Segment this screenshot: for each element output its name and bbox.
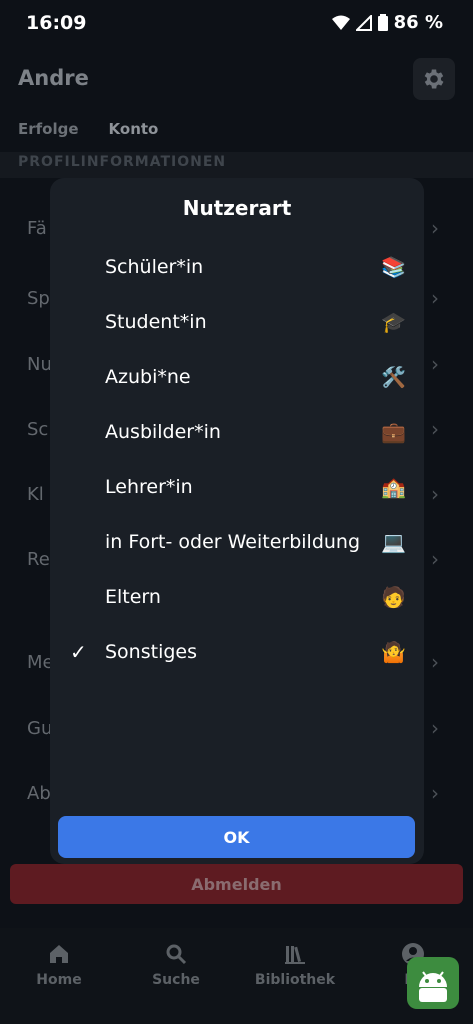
person-icon: 🧑	[381, 585, 406, 609]
nav-search[interactable]: Suche	[131, 942, 221, 988]
settings-row-label: Sc	[27, 419, 49, 440]
option-label: Lehrer*in	[105, 476, 193, 498]
tab-erfolge[interactable]: Erfolge	[18, 120, 79, 138]
nav-search-label: Suche	[152, 972, 200, 988]
gear-icon	[424, 69, 444, 89]
chevron-right-icon: ›	[431, 547, 439, 571]
graduation-cap-icon: 🎓	[381, 310, 406, 334]
settings-row-label: Kl	[27, 484, 44, 505]
chevron-right-icon: ›	[431, 417, 439, 441]
option-lehrer[interactable]: Lehrer*in 🏫	[50, 461, 424, 516]
battery-icon	[377, 14, 388, 31]
wifi-icon	[331, 15, 350, 30]
logout-label: Abmelden	[191, 874, 282, 894]
settings-row-label: Sp	[27, 288, 50, 309]
option-label: Ausbilder*in	[105, 421, 221, 443]
status-time: 16:09	[26, 12, 87, 34]
nav-home[interactable]: Home	[14, 942, 104, 988]
option-ausbilder[interactable]: Ausbilder*in 💼	[50, 406, 424, 461]
option-weiterbildung[interactable]: in Fort- oder Weiterbildung 💻	[50, 516, 424, 571]
android-icon	[419, 971, 447, 1002]
option-label: Eltern	[105, 586, 161, 608]
tab-bar: Erfolge Konto	[18, 120, 158, 138]
section-header: PROFILINFORMATIONEN	[0, 152, 473, 178]
option-schueler[interactable]: Schüler*in 📚	[50, 241, 424, 296]
chevron-right-icon: ›	[431, 650, 439, 674]
chevron-right-icon: ›	[431, 286, 439, 310]
bottom-nav: Home Suche Bibliothek Pr	[0, 928, 473, 1024]
home-icon	[50, 945, 68, 963]
chevron-right-icon: ›	[431, 352, 439, 376]
settings-row-label: Gu	[27, 718, 53, 739]
settings-row-label: Fä	[27, 218, 47, 239]
settings-row-label: Nu	[27, 354, 52, 375]
laptop-icon: 💻	[381, 530, 406, 554]
option-label: Azubi*ne	[105, 366, 191, 388]
option-student[interactable]: Student*in 🎓	[50, 296, 424, 351]
tools-icon: 🛠️	[381, 365, 406, 389]
checkmark-icon: ✓	[70, 640, 87, 664]
user-type-dialog: Nutzerart Schüler*in 📚 Student*in 🎓 Azub…	[50, 178, 424, 864]
nav-home-label: Home	[36, 972, 82, 988]
books-icon: 📚	[381, 255, 406, 279]
status-icons: 86 %	[331, 12, 443, 33]
search-icon	[166, 944, 187, 965]
settings-button[interactable]	[413, 58, 455, 100]
android-logo-badge	[407, 957, 459, 1009]
option-label: Schüler*in	[105, 256, 204, 278]
chevron-right-icon: ›	[431, 482, 439, 506]
logout-button[interactable]: Abmelden	[10, 864, 463, 904]
option-label: Sonstiges	[105, 641, 198, 663]
library-icon	[285, 946, 305, 964]
option-sonstiges[interactable]: ✓ Sonstiges 🤷	[50, 626, 424, 681]
school-icon: 🏫	[381, 475, 406, 499]
option-label: in Fort- oder Weiterbildung	[105, 531, 361, 553]
option-eltern[interactable]: Eltern 🧑	[50, 571, 424, 626]
dialog-title: Nutzerart	[182, 196, 292, 220]
settings-row-label: Re	[27, 549, 50, 570]
chevron-right-icon: ›	[431, 716, 439, 740]
briefcase-icon: 💼	[381, 420, 406, 444]
settings-row-label: Ab	[27, 783, 51, 804]
nav-library-label: Bibliothek	[254, 972, 336, 988]
chevron-right-icon: ›	[431, 216, 439, 240]
status-bar: 16:09 86 %	[0, 0, 473, 48]
option-label: Student*in	[105, 311, 207, 333]
shrug-icon: 🤷	[381, 640, 406, 664]
battery-percent: 86 %	[393, 12, 443, 33]
signal-icon	[355, 14, 372, 31]
tab-konto[interactable]: Konto	[109, 120, 159, 138]
ok-button[interactable]: OK	[58, 816, 415, 858]
section-header-label: PROFILINFORMATIONEN	[18, 154, 227, 170]
ok-label: OK	[223, 827, 250, 847]
nav-library[interactable]: Bibliothek	[250, 942, 340, 988]
option-azubi[interactable]: Azubi*ne 🛠️	[50, 351, 424, 406]
page-title: Andre	[18, 66, 89, 90]
chevron-right-icon: ›	[431, 781, 439, 805]
